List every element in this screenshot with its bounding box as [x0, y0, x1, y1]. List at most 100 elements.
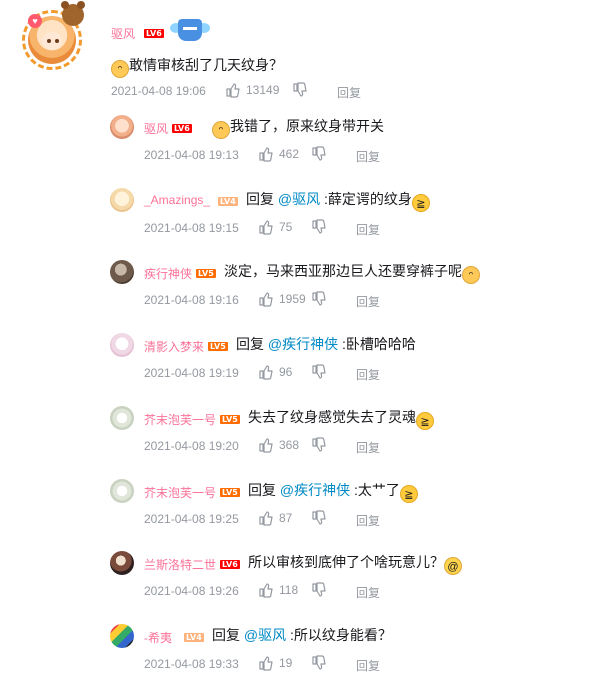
reply-username[interactable]: 疾行神侠: [144, 265, 192, 282]
reply-button[interactable]: 回复: [356, 512, 380, 529]
thumbs-up-icon: [259, 292, 273, 307]
thumbs-down-icon: [312, 582, 326, 597]
thumbs-up-icon: [259, 656, 273, 671]
dislike-button[interactable]: [311, 510, 327, 526]
dislike-button[interactable]: [311, 655, 327, 671]
reply-button[interactable]: 回复: [356, 439, 380, 456]
level-badge: LV5: [208, 342, 228, 351]
reply-button[interactable]: 回复: [356, 366, 380, 383]
level-badge: LV5: [196, 269, 216, 278]
bear-icon: [61, 1, 85, 26]
like-count: 368: [279, 438, 300, 452]
thumbs-up-icon: [259, 583, 273, 598]
comment-content: ᵔ 敢情审核刮了几天纹身？: [111, 54, 283, 78]
reply-username[interactable]: -希夷: [144, 629, 172, 646]
like-count: 19: [279, 656, 293, 670]
reply-time: 2021-04-08 19:26: [144, 584, 239, 598]
avatar[interactable]: [110, 260, 134, 284]
reply-content: ᵔ 我错了，原来纹身带开关: [212, 115, 384, 139]
reply-item: _Amazings_ LV4 回复 @驱风 :薛定谔的纹身 ≧ 2021-04-0…: [0, 185, 592, 255]
reply-prefix: 回复: [248, 482, 280, 498]
like-button[interactable]: 96: [258, 364, 292, 380]
reply-time: 2021-04-08 19:13: [144, 148, 239, 162]
thumbs-up-icon: [259, 511, 273, 526]
reply-button[interactable]: 回复: [356, 148, 380, 165]
like-button[interactable]: 368: [258, 437, 299, 453]
laugh-emoji-icon: ≧: [416, 412, 434, 430]
reply-button[interactable]: 回复: [337, 84, 361, 101]
reply-button[interactable]: 回复: [356, 221, 380, 238]
reply-username[interactable]: 清影入梦来: [144, 338, 204, 355]
comment-username[interactable]: 驱风: [111, 25, 135, 42]
heart-icon: ♥: [28, 14, 42, 28]
dislike-button[interactable]: [311, 219, 327, 235]
reply-content: 淡定，马来西亚那边巨人还要穿裤子呢 ᵔ: [224, 260, 480, 284]
like-button[interactable]: 87: [258, 510, 292, 526]
avatar[interactable]: [110, 115, 134, 139]
like-button[interactable]: 19: [258, 655, 292, 671]
mention-link[interactable]: @疾行神侠: [280, 482, 350, 498]
thumbs-down-icon: [312, 437, 326, 452]
avatar[interactable]: [110, 406, 134, 430]
like-button[interactable]: 118: [258, 582, 298, 598]
reply-text: :所以纹身能看？: [286, 627, 392, 643]
mention-link[interactable]: @驱风: [244, 627, 286, 643]
mention-link[interactable]: @疾行神侠: [268, 336, 338, 352]
reply-time: 2021-04-08 19:16: [144, 293, 239, 307]
reply-content: 回复 @驱风 :薛定谔的纹身 ≧: [246, 188, 430, 212]
thumbs-down-icon: [312, 655, 326, 670]
reply-username[interactable]: _Amazings_: [144, 193, 210, 207]
avatar[interactable]: [110, 479, 134, 503]
avatar[interactable]: [110, 188, 134, 212]
thumbs-up-icon: [226, 83, 240, 98]
reply-username[interactable]: 芥末泡芙一号: [144, 484, 216, 501]
avatar[interactable]: [110, 624, 134, 648]
like-button[interactable]: 462: [258, 146, 299, 162]
thumbs-down-icon: [312, 219, 326, 234]
laugh-emoji-icon: ≧: [411, 194, 430, 212]
reply-text: 我错了，原来纹身带开关: [230, 118, 384, 134]
reply-text: 淡定，马来西亚那边巨人还要穿裤子呢: [224, 263, 462, 279]
thumbs-down-icon: [312, 364, 326, 379]
reply-username[interactable]: 芥末泡芙一号: [144, 411, 216, 428]
reply-text: 失去了纹身感觉失去了灵魂: [248, 409, 416, 425]
reply-button[interactable]: 回复: [356, 293, 380, 310]
dislike-button[interactable]: [311, 364, 327, 380]
dislike-button[interactable]: [292, 82, 308, 98]
mention-link[interactable]: @驱风: [278, 191, 320, 207]
reply-item: 驱风 LV6 ᵔ 我错了，原来纹身带开关 2021-04-08 19:13 462…: [0, 112, 592, 182]
reply-content: 失去了纹身感觉失去了灵魂 ≧: [248, 406, 434, 430]
level-badge: LV6: [220, 560, 240, 569]
comment-time: 2021-04-08 19:06: [111, 84, 206, 98]
reply-username[interactable]: 兰斯洛特二世: [144, 556, 216, 573]
level-badge: LV6: [144, 29, 164, 38]
reply-username[interactable]: 驱风: [144, 120, 168, 137]
like-count: 462: [279, 147, 300, 161]
thumbs-up-icon: [259, 438, 273, 453]
thumbs-down-icon: [312, 146, 326, 161]
reply-button[interactable]: 回复: [356, 584, 380, 601]
cat-emoji-icon: ᵔ: [111, 60, 129, 78]
reply-prefix: 回复: [236, 336, 268, 352]
dislike-button[interactable]: [311, 582, 327, 598]
like-count: 75: [279, 220, 293, 234]
avatar[interactable]: [110, 333, 134, 357]
like-count: 118: [279, 583, 299, 597]
thumbs-up-icon: [259, 147, 273, 162]
dislike-button[interactable]: [311, 437, 327, 453]
reply-content: 所以审核到底伸了个啥玩意儿？ @: [248, 551, 462, 575]
reply-item: 芥末泡芙一号 LV5 失去了纹身感觉失去了灵魂 ≧ 2021-04-08 19:2…: [0, 403, 592, 473]
like-button[interactable]: 1959: [258, 291, 306, 307]
comment-text: 敢情审核刮了几天纹身？: [129, 57, 283, 73]
dislike-button[interactable]: [311, 146, 327, 162]
reply-time: 2021-04-08 19:15: [144, 221, 239, 235]
like-button[interactable]: 75: [258, 219, 292, 235]
reply-content: 回复 @疾行神侠 :卧槽哈哈哈: [236, 333, 416, 355]
reply-time: 2021-04-08 19:20: [144, 439, 239, 453]
reply-button[interactable]: 回复: [356, 657, 380, 674]
reply-time: 2021-04-08 19:19: [144, 366, 239, 380]
avatar[interactable]: ♥: [22, 1, 96, 74]
avatar[interactable]: [110, 551, 134, 575]
like-button[interactable]: 13149: [225, 82, 279, 98]
dislike-button[interactable]: [311, 291, 327, 307]
